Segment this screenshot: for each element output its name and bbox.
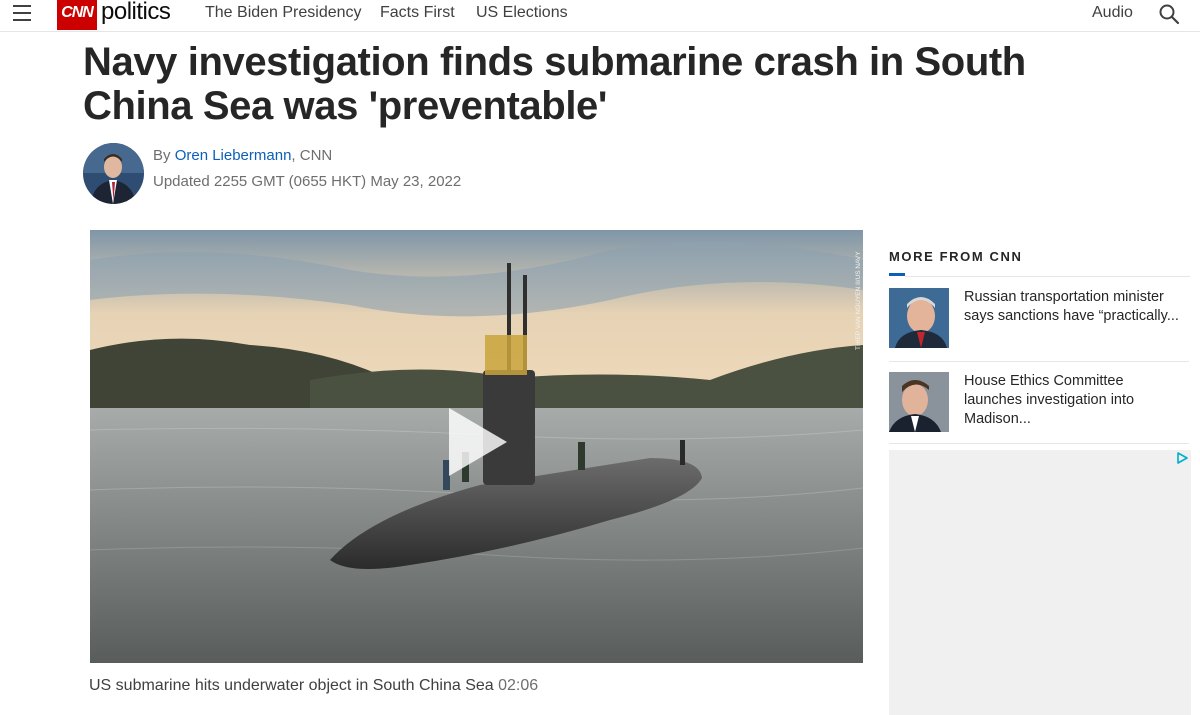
- more-from-cnn-title: MORE FROM CNN: [889, 249, 1023, 264]
- video-duration: 02:06: [498, 677, 539, 694]
- byline: By Oren Liebermann, CNN: [153, 147, 332, 164]
- author-link[interactable]: Oren Liebermann: [175, 147, 292, 164]
- section-name[interactable]: politics: [101, 0, 171, 26]
- photo-credit-text: THIEP VAN NGUYEN II/US NAVY: [855, 251, 862, 350]
- title-rule: [905, 276, 1190, 277]
- article-headline: Navy investigation finds submarine crash…: [83, 40, 1026, 128]
- story-thumbnail[interactable]: [889, 372, 949, 432]
- nav-link-us-elections[interactable]: US Elections: [476, 4, 568, 22]
- adchoices-icon[interactable]: [1176, 452, 1188, 464]
- cnn-logo[interactable]: CNN: [57, 0, 97, 30]
- nav-link-audio[interactable]: Audio: [1092, 4, 1133, 22]
- advertisement[interactable]: [889, 450, 1191, 715]
- photo-credit: THIEP VAN NGUYEN II/US NAVY: [852, 232, 862, 352]
- video-caption-text: US submarine hits underwater object in S…: [89, 677, 494, 694]
- story-divider: [889, 361, 1189, 362]
- video-caption: US submarine hits underwater object in S…: [89, 677, 538, 695]
- byline-prefix: By: [153, 147, 171, 164]
- story-title[interactable]: Russian transportation minister says san…: [964, 288, 1184, 326]
- play-icon[interactable]: [445, 406, 509, 478]
- story-divider: [889, 443, 1189, 444]
- top-nav: CNN politics The Biden Presidency Facts …: [0, 0, 1200, 32]
- byline-outlet: , CNN: [291, 147, 333, 164]
- search-icon[interactable]: [1158, 3, 1180, 25]
- menu-icon[interactable]: [13, 5, 31, 21]
- nav-link-facts-first[interactable]: Facts First: [380, 4, 455, 22]
- nav-link-biden-presidency[interactable]: The Biden Presidency: [205, 4, 362, 22]
- author-avatar[interactable]: [83, 143, 144, 204]
- story-title[interactable]: House Ethics Committee launches investig…: [964, 372, 1184, 429]
- title-accent-bar: [889, 273, 905, 276]
- story-thumbnail[interactable]: [889, 288, 949, 348]
- updated-timestamp: Updated 2255 GMT (0655 HKT) May 23, 2022: [153, 173, 462, 190]
